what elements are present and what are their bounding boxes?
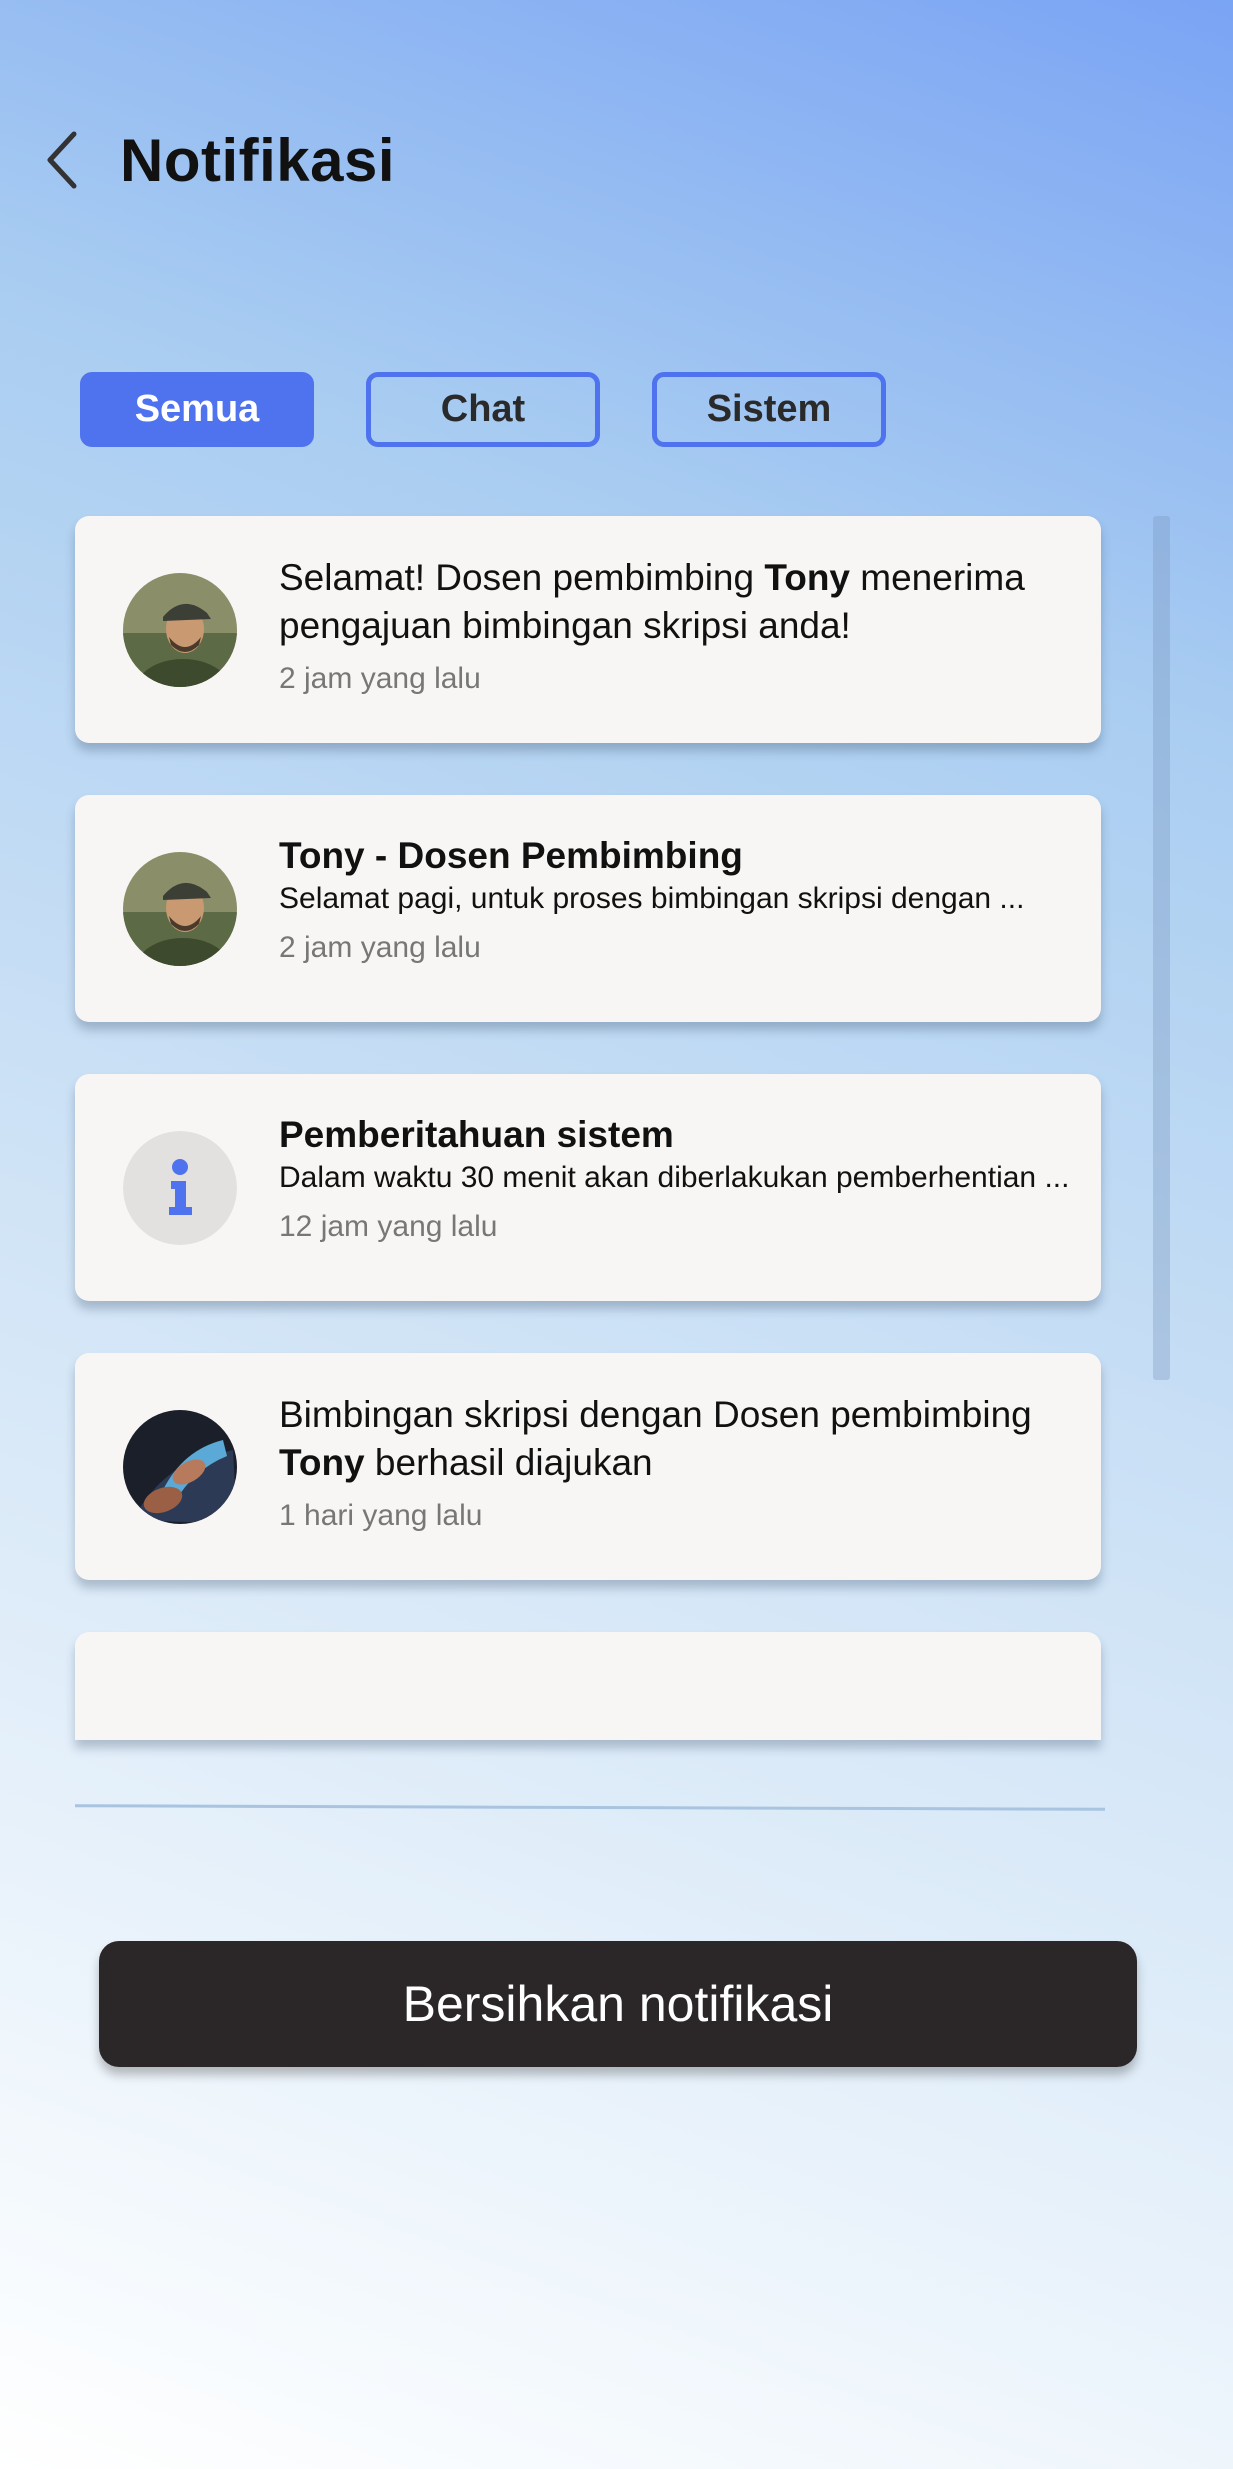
- notification-item[interactable]: Bimbingan skripsi dengan Dosen pembimbin…: [75, 1353, 1101, 1580]
- hands-avatar-icon: [123, 1410, 237, 1524]
- notification-message: Bimbingan skripsi dengan Dosen pembimbin…: [279, 1394, 1032, 1483]
- notification-title: Pemberitahuan sistem: [279, 1114, 674, 1155]
- notification-body: Selamat! Dosen pembimbing Tony menerima …: [279, 554, 1071, 696]
- notification-title: Tony - Dosen Pembimbing: [279, 835, 743, 876]
- notification-preview: Dalam waktu 30 menit akan diberlakukan p…: [279, 1161, 1070, 1194]
- notification-item[interactable]: [75, 1632, 1101, 1740]
- notification-body: Tony - Dosen Pembimbing Selamat pagi, un…: [279, 833, 1071, 965]
- avatar: [123, 1131, 237, 1245]
- tab-sistem[interactable]: Sistem: [652, 372, 886, 447]
- notification-item[interactable]: Selamat! Dosen pembimbing Tony menerima …: [75, 516, 1101, 743]
- header: Notifikasi: [40, 120, 395, 200]
- tab-chat[interactable]: Chat: [366, 372, 600, 447]
- notification-time: 2 jam yang lalu: [279, 931, 481, 964]
- filter-tabs: Semua Chat Sistem: [80, 372, 886, 447]
- clear-notifications-button[interactable]: Bersihkan notifikasi: [99, 1941, 1137, 2067]
- page-title: Notifikasi: [120, 126, 396, 194]
- notification-item[interactable]: Tony - Dosen Pembimbing Selamat pagi, un…: [75, 795, 1101, 1022]
- notification-item[interactable]: Pemberitahuan sistem Dalam waktu 30 meni…: [75, 1074, 1101, 1301]
- notification-preview: Selamat pagi, untuk proses bimbingan skr…: [279, 882, 1025, 915]
- avatar: [123, 852, 237, 966]
- notification-message: Selamat! Dosen pembimbing Tony menerima …: [279, 557, 1025, 646]
- info-icon: [123, 1131, 237, 1245]
- divider: [74, 1804, 1106, 1811]
- person-avatar-icon: [123, 852, 237, 966]
- person-avatar-icon: [123, 573, 237, 687]
- tab-semua[interactable]: Semua: [80, 372, 314, 447]
- back-button[interactable]: [40, 125, 84, 195]
- avatar: [123, 1410, 237, 1524]
- notification-body: Pemberitahuan sistem Dalam waktu 30 meni…: [279, 1112, 1071, 1244]
- notification-time: 1 hari yang lalu: [279, 1499, 483, 1532]
- chevron-left-icon: [47, 131, 77, 189]
- notification-time: 12 jam yang lalu: [279, 1210, 498, 1243]
- scrollbar[interactable]: [1153, 516, 1170, 1380]
- notification-time: 2 jam yang lalu: [279, 662, 481, 695]
- avatar: [123, 573, 237, 687]
- notification-body: Bimbingan skripsi dengan Dosen pembimbin…: [279, 1391, 1071, 1533]
